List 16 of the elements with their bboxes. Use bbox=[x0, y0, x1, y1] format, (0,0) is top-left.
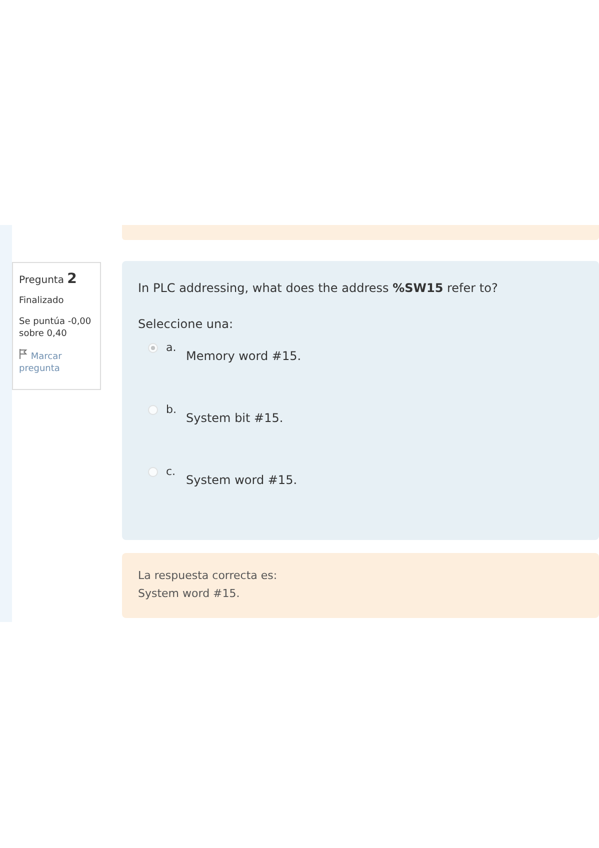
question-score: Se puntúa -0,00 sobre 0,40 bbox=[19, 316, 92, 341]
correct-answer-text: System word #15. bbox=[138, 586, 241, 602]
option-text: System word #15. bbox=[186, 473, 298, 487]
option-letter: b. bbox=[166, 403, 178, 416]
flag-icon bbox=[19, 348, 28, 359]
question-number: 2 bbox=[67, 271, 77, 287]
option-text: Memory word #15. bbox=[186, 349, 302, 363]
question-label: Pregunta bbox=[19, 275, 64, 286]
option-text: System bit #15. bbox=[186, 411, 284, 425]
question-text: In PLC addressing, what does the address %SW15 refer to? bbox=[138, 281, 499, 295]
option-letter: c. bbox=[166, 465, 177, 478]
option-letter: a. bbox=[166, 341, 178, 354]
question-status: Finalizado bbox=[19, 295, 65, 308]
prompt-text: Seleccione una: bbox=[138, 317, 234, 331]
feedback-heading: La respuesta correcta es: bbox=[138, 568, 278, 584]
flag-question-link[interactable]: Marcar pregunta bbox=[19, 348, 94, 376]
